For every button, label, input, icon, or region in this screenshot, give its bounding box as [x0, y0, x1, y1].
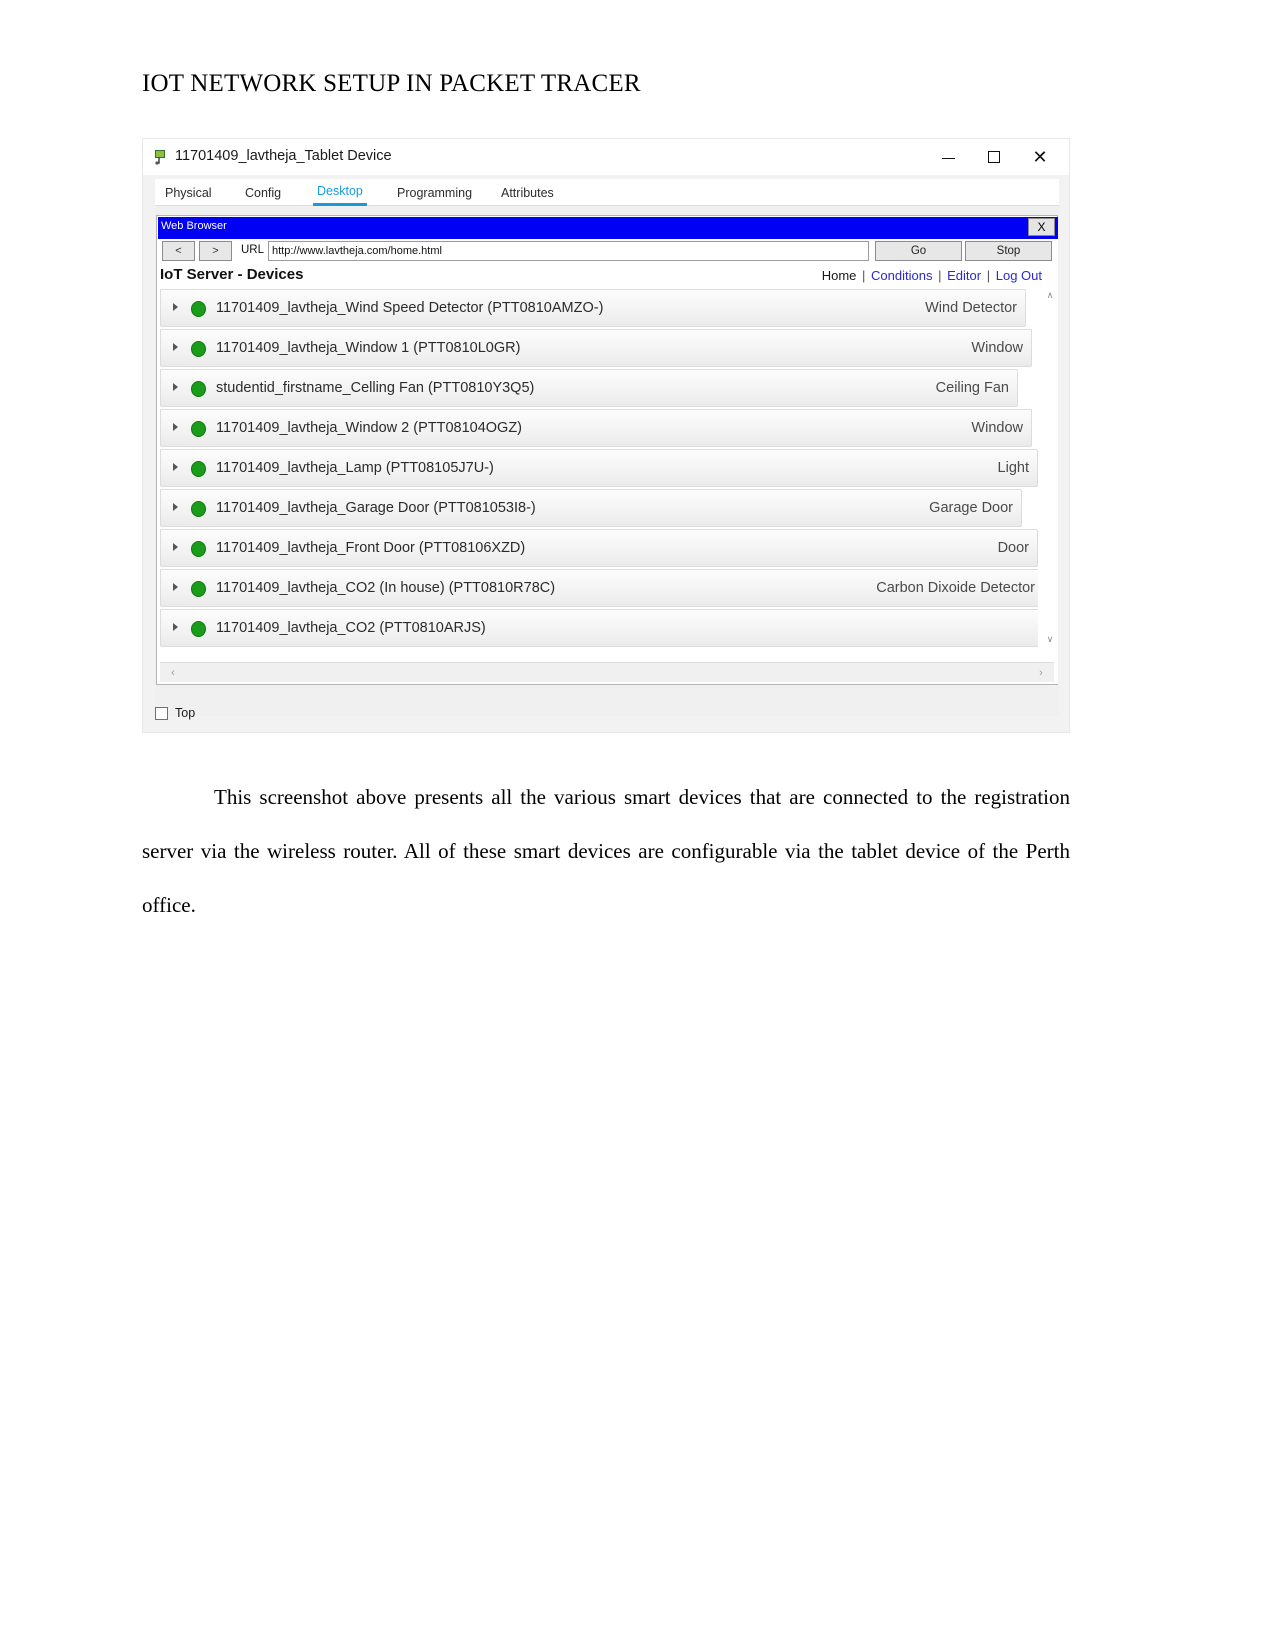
page-title: IOT NETWORK SETUP IN PACKET TRACER [142, 70, 641, 97]
device-name: 11701409_lavtheja_Lamp (PTT08105J7U-) [216, 460, 494, 476]
expand-caret-icon[interactable] [173, 463, 178, 471]
expand-caret-icon[interactable] [173, 303, 178, 311]
device-status-indicator-icon [191, 541, 206, 557]
device-status-indicator-icon [191, 381, 206, 397]
scroll-left-icon[interactable]: ‹ [166, 666, 180, 680]
expand-caret-icon[interactable] [173, 623, 178, 631]
device-status-indicator-icon [191, 341, 206, 357]
browser-page: IoT Server - Devices Home | Conditions |… [158, 263, 1058, 684]
browser-title: Web Browser [161, 220, 227, 232]
nav-link-editor[interactable]: Editor [947, 268, 981, 283]
device-type: Window [971, 340, 1023, 356]
page-nav-links: Home | Conditions | Editor | Log Out [822, 268, 1042, 283]
embedded-screenshot: 11701409_lavtheja_Tablet Device ✕ Physic… [142, 138, 1070, 733]
nav-link-conditions[interactable]: Conditions [871, 268, 932, 283]
device-type: Door [997, 540, 1029, 556]
device-row[interactable]: 11701409_lavtheja_Garage Door (PTT081053… [160, 489, 1022, 527]
device-type: Window [971, 420, 1023, 436]
device-row[interactable]: 11701409_lavtheja_Front Door (PTT08106XZ… [160, 529, 1038, 567]
go-button[interactable]: Go [875, 241, 962, 261]
browser-toolbar: < > URL http://www.lavtheja.com/home.htm… [158, 239, 1058, 263]
expand-caret-icon[interactable] [173, 383, 178, 391]
maximize-button[interactable] [971, 139, 1017, 175]
device-status-indicator-icon [191, 501, 206, 517]
device-type: Garage Door [929, 500, 1013, 516]
device-name: 11701409_lavtheja_CO2 (In house) (PTT081… [216, 580, 556, 596]
nav-separator-2: | [938, 268, 942, 283]
device-name: 11701409_lavtheja_Wind Speed Detector (P… [216, 300, 604, 316]
page-header: IoT Server - Devices Home | Conditions |… [158, 263, 1058, 287]
nav-separator-3: | [986, 268, 991, 283]
device-row[interactable]: 11701409_lavtheja_Window 2 (PTT08104OGZ)… [160, 409, 1032, 447]
device-tab-strip: Physical Config Desktop Programming Attr… [155, 179, 1059, 206]
device-name: 11701409_lavtheja_Window 1 (PTT0810L0GR) [216, 340, 521, 356]
device-type: Light [997, 460, 1029, 476]
nav-separator-1: | [862, 268, 866, 283]
back-button[interactable]: < [162, 241, 195, 261]
scroll-right-icon[interactable]: › [1034, 666, 1048, 680]
nav-link-logout[interactable]: Log Out [996, 268, 1042, 283]
device-type: Carbon Dixoide Detector [876, 580, 1035, 596]
device-name: 11701409_lavtheja_Garage Door (PTT081053… [216, 500, 536, 516]
window-title-bar: 11701409_lavtheja_Tablet Device ✕ [143, 139, 1069, 175]
device-row[interactable]: 11701409_lavtheja_Lamp (PTT08105J7U-) Lig… [160, 449, 1038, 487]
maximize-icon [988, 151, 1000, 163]
top-checkbox[interactable] [155, 706, 168, 720]
device-row[interactable]: 11701409_lavtheja_CO2 (In house) (PTT081… [160, 569, 1038, 607]
device-status-indicator-icon [191, 301, 206, 317]
tab-attributes[interactable]: Attributes [497, 179, 558, 206]
url-input[interactable]: http://www.lavtheja.com/home.html [268, 241, 869, 261]
top-checkbox-label: Top [175, 706, 196, 720]
browser-title-bar: Web Browser [158, 217, 1058, 239]
device-row[interactable]: 11701409_lavtheja_Window 1 (PTT0810L0GR)… [160, 329, 1032, 367]
device-list: 11701409_lavtheja_Wind Speed Detector (P… [160, 289, 1038, 655]
window-title: 11701409_lavtheja_Tablet Device [175, 148, 392, 164]
tab-config[interactable]: Config [241, 179, 285, 206]
device-row[interactable]: 11701409_lavtheja_Wind Speed Detector (P… [160, 289, 1026, 327]
device-row[interactable]: studentid_firstname_Celling Fan (PTT0810… [160, 369, 1018, 407]
minimize-button[interactable] [925, 139, 971, 175]
stop-button[interactable]: Stop [965, 241, 1052, 261]
device-row[interactable]: 11701409_lavtheja_CO2 (PTT0810ARJS) [160, 609, 1038, 647]
device-status-indicator-icon [191, 461, 206, 477]
device-type: Wind Detector [925, 300, 1017, 316]
forward-button[interactable]: > [199, 241, 232, 261]
expand-caret-icon[interactable] [173, 503, 178, 511]
tab-desktop[interactable]: Desktop [313, 179, 367, 206]
url-label: URL [241, 244, 265, 256]
expand-caret-icon[interactable] [173, 423, 178, 431]
bottom-bar: Top [155, 702, 1059, 724]
scroll-down-icon[interactable]: ∨ [1044, 633, 1056, 645]
vertical-scrollbar[interactable]: ∧ ∨ [1042, 289, 1058, 655]
tab-programming[interactable]: Programming [393, 179, 476, 206]
expand-caret-icon[interactable] [173, 543, 178, 551]
close-icon: ✕ [1032, 147, 1048, 167]
expand-caret-icon[interactable] [173, 583, 178, 591]
tab-physical[interactable]: Physical [161, 179, 216, 206]
body-paragraph: This screenshot above presents all the v… [142, 785, 1070, 917]
iot-server-heading: IoT Server - Devices [160, 266, 304, 283]
packet-tracer-device-icon [155, 150, 165, 165]
device-status-indicator-icon [191, 421, 206, 437]
device-name: 11701409_lavtheja_Window 2 (PTT08104OGZ) [216, 420, 523, 436]
device-name: 11701409_lavtheja_Front Door (PTT08106XZ… [216, 540, 526, 556]
device-type: Ceiling Fan [935, 380, 1009, 396]
device-name: studentid_firstname_Celling Fan (PTT0810… [216, 380, 535, 396]
device-status-indicator-icon [191, 581, 206, 597]
device-name: 11701409_lavtheja_CO2 (PTT0810ARJS) [216, 620, 486, 636]
minimize-icon [941, 157, 955, 159]
browser-close-button[interactable]: X [1028, 218, 1055, 236]
horizontal-scrollbar[interactable]: ‹ › [160, 662, 1054, 682]
nav-link-home[interactable]: Home [822, 268, 857, 283]
close-window-button[interactable]: ✕ [1017, 139, 1063, 175]
device-status-indicator-icon [191, 621, 206, 637]
scroll-up-icon[interactable]: ∧ [1044, 289, 1056, 301]
web-browser-window: Web Browser X < > URL http://www.lavthej… [156, 215, 1058, 685]
expand-caret-icon[interactable] [173, 343, 178, 351]
